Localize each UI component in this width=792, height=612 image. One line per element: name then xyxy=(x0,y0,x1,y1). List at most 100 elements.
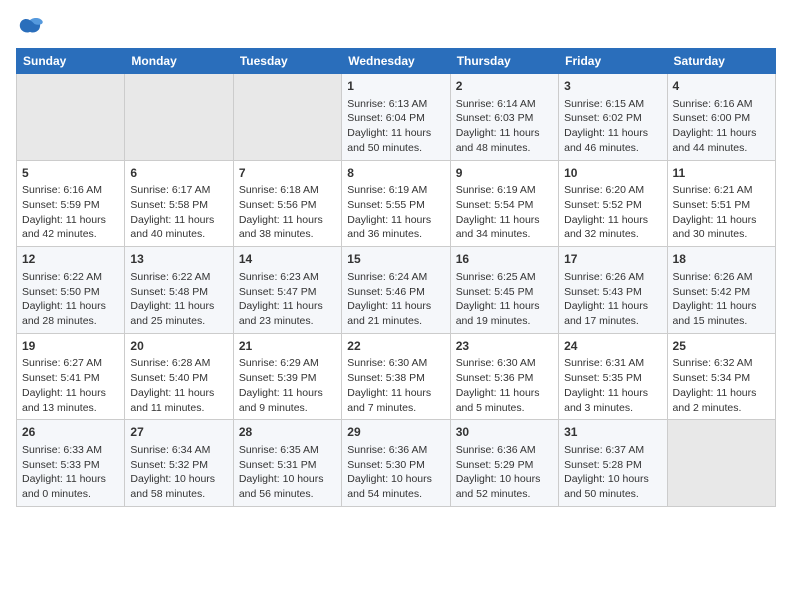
cell-content: Sunrise: 6:24 AMSunset: 5:46 PMDaylight:… xyxy=(347,270,444,329)
day-number: 18 xyxy=(673,251,770,268)
day-number: 8 xyxy=(347,165,444,182)
cell-content: Sunrise: 6:28 AMSunset: 5:40 PMDaylight:… xyxy=(130,356,227,415)
calendar-cell: 21Sunrise: 6:29 AMSunset: 5:39 PMDayligh… xyxy=(233,333,341,420)
day-number: 11 xyxy=(673,165,770,182)
day-header-wednesday: Wednesday xyxy=(342,49,450,74)
day-number: 21 xyxy=(239,338,336,355)
calendar-week-row: 19Sunrise: 6:27 AMSunset: 5:41 PMDayligh… xyxy=(17,333,776,420)
day-number: 31 xyxy=(564,424,661,441)
calendar-cell: 29Sunrise: 6:36 AMSunset: 5:30 PMDayligh… xyxy=(342,420,450,507)
day-number: 4 xyxy=(673,78,770,95)
day-number: 6 xyxy=(130,165,227,182)
calendar-week-row: 1Sunrise: 6:13 AMSunset: 6:04 PMDaylight… xyxy=(17,74,776,161)
cell-content: Sunrise: 6:22 AMSunset: 5:48 PMDaylight:… xyxy=(130,270,227,329)
day-number: 9 xyxy=(456,165,553,182)
calendar-table: SundayMondayTuesdayWednesdayThursdayFrid… xyxy=(16,48,776,507)
calendar-cell: 31Sunrise: 6:37 AMSunset: 5:28 PMDayligh… xyxy=(559,420,667,507)
calendar-cell: 2 Sunrise: 6:14 AMSunset: 6:03 PMDaylight… xyxy=(450,74,558,161)
day-number: 12 xyxy=(22,251,119,268)
day-number: 20 xyxy=(130,338,227,355)
calendar-cell: 10Sunrise: 6:20 AMSunset: 5:52 PMDayligh… xyxy=(559,160,667,247)
cell-content: Sunrise: 6:16 AMSunset: 5:59 PMDaylight:… xyxy=(22,183,119,242)
calendar-cell: 22Sunrise: 6:30 AMSunset: 5:38 PMDayligh… xyxy=(342,333,450,420)
cell-content: Sunrise: 6:25 AMSunset: 5:45 PMDaylight:… xyxy=(456,270,553,329)
cell-content: Sunrise: 6:32 AMSunset: 5:34 PMDaylight:… xyxy=(673,356,770,415)
calendar-cell: 4Sunrise: 6:16 AMSunset: 6:00 PMDaylight… xyxy=(667,74,775,161)
cell-content: Sunrise: 6:23 AMSunset: 5:47 PMDaylight:… xyxy=(239,270,336,329)
calendar-week-row: 12 Sunrise: 6:22 AMSunset: 5:50 PMDayligh… xyxy=(17,247,776,334)
calendar-cell: 9Sunrise: 6:19 AMSunset: 5:54 PMDaylight… xyxy=(450,160,558,247)
day-header-sunday: Sunday xyxy=(17,49,125,74)
calendar-cell: 11Sunrise: 6:21 AMSunset: 5:51 PMDayligh… xyxy=(667,160,775,247)
day-number: 30 xyxy=(456,424,553,441)
day-number: 29 xyxy=(347,424,444,441)
calendar-cell: 18 Sunrise: 6:26 AMSunset: 5:42 PMDayligh… xyxy=(667,247,775,334)
day-number: 19 xyxy=(22,338,119,355)
day-number: 15 xyxy=(347,251,444,268)
cell-content: Sunrise: 6:29 AMSunset: 5:39 PMDaylight:… xyxy=(239,356,336,415)
calendar-cell: 24Sunrise: 6:31 AMSunset: 5:35 PMDayligh… xyxy=(559,333,667,420)
day-number: 10 xyxy=(564,165,661,182)
calendar-header-row: SundayMondayTuesdayWednesdayThursdayFrid… xyxy=(17,49,776,74)
calendar-cell: 26Sunrise: 6:33 AMSunset: 5:33 PMDayligh… xyxy=(17,420,125,507)
calendar-cell xyxy=(233,74,341,161)
calendar-cell: 15 Sunrise: 6:24 AMSunset: 5:46 PMDayligh… xyxy=(342,247,450,334)
day-header-friday: Friday xyxy=(559,49,667,74)
calendar-cell: 20Sunrise: 6:28 AMSunset: 5:40 PMDayligh… xyxy=(125,333,233,420)
day-number: 2 xyxy=(456,78,553,95)
cell-content: Sunrise: 6:19 AMSunset: 5:54 PMDaylight:… xyxy=(456,183,553,242)
calendar-week-row: 5Sunrise: 6:16 AMSunset: 5:59 PMDaylight… xyxy=(17,160,776,247)
calendar-cell: 23Sunrise: 6:30 AMSunset: 5:36 PMDayligh… xyxy=(450,333,558,420)
calendar-cell: 16Sunrise: 6:25 AMSunset: 5:45 PMDayligh… xyxy=(450,247,558,334)
calendar-cell: 30 Sunrise: 6:36 AMSunset: 5:29 PMDayligh… xyxy=(450,420,558,507)
cell-content: Sunrise: 6:14 AMSunset: 6:03 PMDaylight:… xyxy=(456,97,553,156)
cell-content: Sunrise: 6:30 AMSunset: 5:36 PMDaylight:… xyxy=(456,356,553,415)
calendar-cell xyxy=(667,420,775,507)
cell-content: Sunrise: 6:22 AMSunset: 5:50 PMDaylight:… xyxy=(22,270,119,329)
calendar-cell: 8Sunrise: 6:19 AMSunset: 5:55 PMDaylight… xyxy=(342,160,450,247)
day-header-thursday: Thursday xyxy=(450,49,558,74)
calendar-cell: 6Sunrise: 6:17 AMSunset: 5:58 PMDaylight… xyxy=(125,160,233,247)
day-header-saturday: Saturday xyxy=(667,49,775,74)
calendar-week-row: 26Sunrise: 6:33 AMSunset: 5:33 PMDayligh… xyxy=(17,420,776,507)
calendar-cell xyxy=(125,74,233,161)
cell-content: Sunrise: 6:26 AMSunset: 5:42 PMDaylight:… xyxy=(673,270,770,329)
calendar-cell: 19Sunrise: 6:27 AMSunset: 5:41 PMDayligh… xyxy=(17,333,125,420)
day-number: 17 xyxy=(564,251,661,268)
day-number: 27 xyxy=(130,424,227,441)
day-number: 22 xyxy=(347,338,444,355)
page-header xyxy=(16,16,776,40)
calendar-cell: 14 Sunrise: 6:23 AMSunset: 5:47 PMDayligh… xyxy=(233,247,341,334)
cell-content: Sunrise: 6:36 AMSunset: 5:29 PMDaylight:… xyxy=(456,443,553,502)
calendar-cell: 13 Sunrise: 6:22 AMSunset: 5:48 PMDayligh… xyxy=(125,247,233,334)
cell-content: Sunrise: 6:17 AMSunset: 5:58 PMDaylight:… xyxy=(130,183,227,242)
logo xyxy=(16,16,48,40)
day-number: 7 xyxy=(239,165,336,182)
calendar-cell: 1Sunrise: 6:13 AMSunset: 6:04 PMDaylight… xyxy=(342,74,450,161)
day-number: 26 xyxy=(22,424,119,441)
cell-content: Sunrise: 6:21 AMSunset: 5:51 PMDaylight:… xyxy=(673,183,770,242)
cell-content: Sunrise: 6:26 AMSunset: 5:43 PMDaylight:… xyxy=(564,270,661,329)
cell-content: Sunrise: 6:31 AMSunset: 5:35 PMDaylight:… xyxy=(564,356,661,415)
day-number: 13 xyxy=(130,251,227,268)
calendar-cell: 7Sunrise: 6:18 AMSunset: 5:56 PMDaylight… xyxy=(233,160,341,247)
day-number: 5 xyxy=(22,165,119,182)
cell-content: Sunrise: 6:30 AMSunset: 5:38 PMDaylight:… xyxy=(347,356,444,415)
day-number: 25 xyxy=(673,338,770,355)
day-number: 14 xyxy=(239,251,336,268)
cell-content: Sunrise: 6:19 AMSunset: 5:55 PMDaylight:… xyxy=(347,183,444,242)
calendar-cell: 27Sunrise: 6:34 AMSunset: 5:32 PMDayligh… xyxy=(125,420,233,507)
calendar-cell: 25Sunrise: 6:32 AMSunset: 5:34 PMDayligh… xyxy=(667,333,775,420)
cell-content: Sunrise: 6:35 AMSunset: 5:31 PMDaylight:… xyxy=(239,443,336,502)
calendar-cell: 3 Sunrise: 6:15 AMSunset: 6:02 PMDaylight… xyxy=(559,74,667,161)
calendar-cell xyxy=(17,74,125,161)
calendar-cell: 5Sunrise: 6:16 AMSunset: 5:59 PMDaylight… xyxy=(17,160,125,247)
calendar-cell: 28Sunrise: 6:35 AMSunset: 5:31 PMDayligh… xyxy=(233,420,341,507)
day-header-monday: Monday xyxy=(125,49,233,74)
cell-content: Sunrise: 6:18 AMSunset: 5:56 PMDaylight:… xyxy=(239,183,336,242)
cell-content: Sunrise: 6:27 AMSunset: 5:41 PMDaylight:… xyxy=(22,356,119,415)
day-number: 3 xyxy=(564,78,661,95)
calendar-cell: 12 Sunrise: 6:22 AMSunset: 5:50 PMDayligh… xyxy=(17,247,125,334)
day-number: 1 xyxy=(347,78,444,95)
cell-content: Sunrise: 6:15 AMSunset: 6:02 PMDaylight:… xyxy=(564,97,661,156)
